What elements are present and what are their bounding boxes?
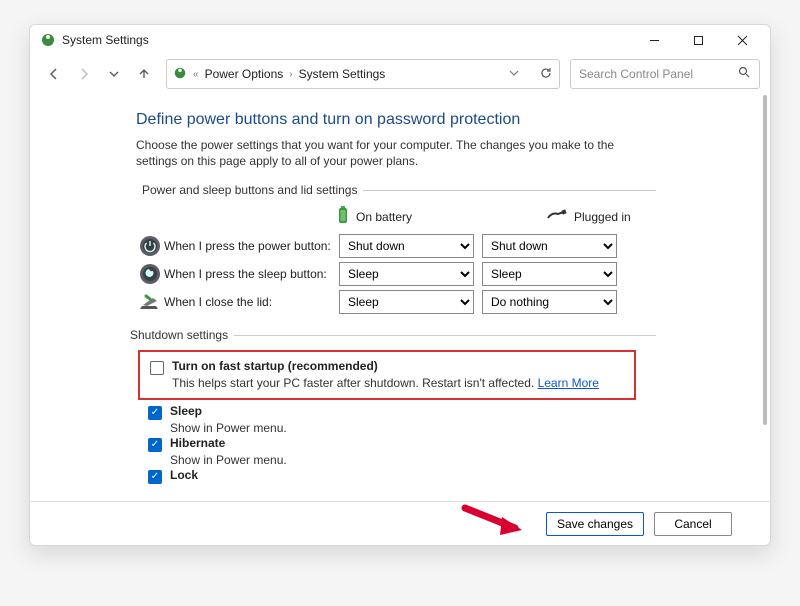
breadcrumb-system-settings[interactable]: System Settings	[299, 67, 386, 81]
nav-row: « Power Options › System Settings Search…	[30, 55, 770, 93]
page-subtext: Choose the power settings that you want …	[136, 137, 656, 169]
learn-more-link[interactable]: Learn More	[538, 376, 599, 390]
lock-checkbox[interactable]	[148, 470, 162, 484]
lid-battery-select[interactable]: Sleep	[339, 290, 474, 314]
power-button-icon	[136, 235, 164, 257]
hibernate-opt-desc: Show in Power menu.	[170, 453, 742, 467]
fast-startup-desc: This helps start your PC faster after sh…	[172, 376, 624, 390]
search-input[interactable]: Search Control Panel	[570, 59, 760, 89]
breadcrumb-power-options[interactable]: Power Options	[205, 67, 284, 81]
annotation-arrow-icon	[460, 503, 530, 539]
col-battery-label: On battery	[356, 210, 412, 224]
window-frame: System Settings « Power O	[29, 24, 771, 546]
nav-forward-button[interactable]	[70, 60, 98, 88]
search-icon	[738, 66, 751, 82]
nav-back-button[interactable]	[40, 60, 68, 88]
address-dropdown-icon[interactable]	[499, 67, 529, 81]
col-plugged-label: Plugged in	[574, 210, 631, 224]
window-title: System Settings	[62, 33, 149, 47]
sleep-plugged-select[interactable]: Sleep	[482, 262, 617, 286]
row-close-lid: When I close the lid: Sleep Do nothing	[136, 290, 742, 314]
minimize-button[interactable]	[632, 25, 676, 55]
column-headers: On battery Plugged in	[336, 205, 742, 228]
app-icon	[40, 32, 56, 48]
refresh-button[interactable]	[539, 66, 553, 83]
nav-recent-dropdown[interactable]	[100, 60, 128, 88]
laptop-lid-icon	[136, 292, 164, 312]
row-sleep-button: When I press the sleep button: Sleep Sle…	[136, 262, 742, 286]
nav-up-button[interactable]	[130, 60, 158, 88]
sleep-opt-label: Sleep	[170, 404, 202, 418]
row-sleep-label: When I press the sleep button:	[164, 267, 339, 281]
sleep-checkbox[interactable]	[148, 406, 162, 420]
lock-opt-label: Lock	[170, 468, 198, 482]
titlebar: System Settings	[30, 25, 770, 55]
highlight-box: Turn on fast startup (recommended) This …	[138, 350, 636, 400]
content-area: Define power buttons and turn on passwor…	[30, 93, 770, 501]
shutdown-section-label: Shutdown settings	[130, 328, 228, 342]
power-plugged-select[interactable]: Shut down	[482, 234, 617, 258]
power-battery-select[interactable]: Shut down	[339, 234, 474, 258]
sleep-opt-desc: Show in Power menu.	[170, 421, 742, 435]
cancel-button[interactable]: Cancel	[654, 512, 732, 536]
battery-icon	[336, 205, 350, 228]
footer-bar: Save changes Cancel	[30, 501, 770, 545]
section-power-sleep: Power and sleep buttons and lid settings	[136, 183, 656, 197]
plug-icon	[546, 208, 568, 225]
breadcrumb-prefix-icon: «	[193, 69, 199, 80]
fast-startup-checkbox[interactable]	[150, 361, 164, 375]
sleep-button-icon	[136, 263, 164, 285]
save-button[interactable]: Save changes	[546, 512, 644, 536]
address-bar[interactable]: « Power Options › System Settings	[166, 59, 560, 89]
hibernate-opt-label: Hibernate	[170, 436, 225, 450]
close-button[interactable]	[720, 25, 764, 55]
row-power-label: When I press the power button:	[164, 239, 339, 253]
app-icon	[173, 66, 187, 83]
search-placeholder: Search Control Panel	[579, 67, 693, 81]
maximize-button[interactable]	[676, 25, 720, 55]
section-label: Power and sleep buttons and lid settings	[142, 183, 357, 197]
fast-startup-label: Turn on fast startup (recommended)	[172, 359, 378, 373]
lid-plugged-select[interactable]: Do nothing	[482, 290, 617, 314]
hibernate-checkbox[interactable]	[148, 438, 162, 452]
chevron-right-icon: ›	[289, 69, 292, 80]
page-heading: Define power buttons and turn on passwor…	[136, 111, 742, 129]
row-lid-label: When I close the lid:	[164, 295, 339, 309]
section-shutdown: Shutdown settings	[136, 328, 656, 342]
sleep-battery-select[interactable]: Sleep	[339, 262, 474, 286]
scrollbar-thumb[interactable]	[763, 95, 767, 425]
row-power-button: When I press the power button: Shut down…	[136, 234, 742, 258]
